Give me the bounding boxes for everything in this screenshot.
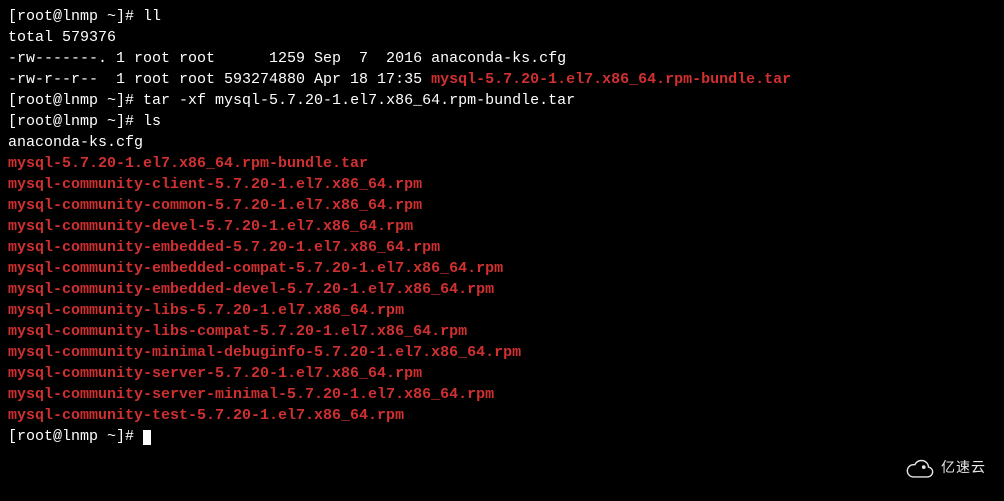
cursor	[143, 430, 151, 445]
ll-total: total 579376	[8, 27, 996, 48]
prompt-line: [root@lnmp ~]# tar -xf mysql-5.7.20-1.el…	[8, 90, 996, 111]
prompt-line: [root@lnmp ~]# ll	[8, 6, 996, 27]
terminal-output[interactable]: [root@lnmp ~]# ll total 579376 -rw------…	[8, 6, 996, 447]
ls-file: mysql-community-libs-compat-5.7.20-1.el7…	[8, 321, 996, 342]
ls-file: mysql-community-embedded-5.7.20-1.el7.x8…	[8, 237, 996, 258]
ll-row: -rw-r--r-- 1 root root 593274880 Apr 18 …	[8, 69, 996, 90]
command-text: ll	[143, 8, 161, 25]
ll-row-meta: -rw-r--r-- 1 root root 593274880 Apr 18 …	[8, 71, 431, 88]
shell-prompt: [root@lnmp ~]#	[8, 428, 134, 445]
ls-file: mysql-5.7.20-1.el7.x86_64.rpm-bundle.tar	[8, 153, 996, 174]
shell-prompt: [root@lnmp ~]#	[8, 113, 143, 130]
shell-prompt: [root@lnmp ~]#	[8, 8, 143, 25]
ls-file: mysql-community-common-5.7.20-1.el7.x86_…	[8, 195, 996, 216]
ls-file-plain: anaconda-ks.cfg	[8, 132, 996, 153]
ls-file: mysql-community-server-minimal-5.7.20-1.…	[8, 384, 996, 405]
ll-row: -rw-------. 1 root root 1259 Sep 7 2016 …	[8, 48, 996, 69]
ls-file: mysql-community-embedded-compat-5.7.20-1…	[8, 258, 996, 279]
prompt-line: [root@lnmp ~]# ls	[8, 111, 996, 132]
watermark-text: 亿速云	[941, 458, 986, 478]
cloud-icon	[905, 453, 935, 483]
prompt-line: [root@lnmp ~]#	[8, 426, 996, 447]
command-text: ls	[143, 113, 161, 130]
ls-file: mysql-community-libs-5.7.20-1.el7.x86_64…	[8, 300, 996, 321]
ls-file: mysql-community-minimal-debuginfo-5.7.20…	[8, 342, 996, 363]
watermark: 亿速云	[905, 453, 986, 483]
ls-file: mysql-community-devel-5.7.20-1.el7.x86_6…	[8, 216, 996, 237]
command-text: tar -xf mysql-5.7.20-1.el7.x86_64.rpm-bu…	[143, 92, 575, 109]
ls-file: mysql-community-test-5.7.20-1.el7.x86_64…	[8, 405, 996, 426]
ls-file: mysql-community-embedded-devel-5.7.20-1.…	[8, 279, 996, 300]
archive-filename: mysql-5.7.20-1.el7.x86_64.rpm-bundle.tar	[431, 71, 791, 88]
ls-file: mysql-community-server-5.7.20-1.el7.x86_…	[8, 363, 996, 384]
shell-prompt: [root@lnmp ~]#	[8, 92, 143, 109]
ls-file: mysql-community-client-5.7.20-1.el7.x86_…	[8, 174, 996, 195]
